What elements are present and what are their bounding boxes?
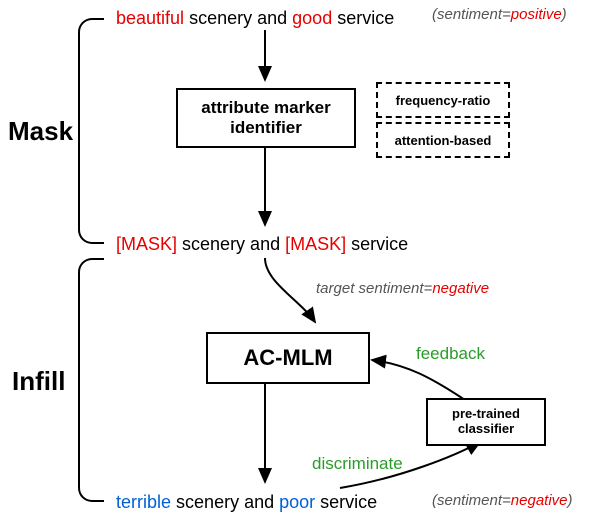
masked-sentence: [MASK] scenery and [MASK] service bbox=[116, 234, 408, 255]
output-sentiment-label: (sentiment=negative) bbox=[432, 492, 573, 509]
infill-brace bbox=[78, 258, 104, 502]
mask-token-0: [MASK] bbox=[116, 234, 177, 254]
mask-token-1: [MASK] bbox=[285, 234, 346, 254]
output-word-mid: scenery and bbox=[176, 492, 274, 512]
input-sentiment-value: positive bbox=[511, 6, 562, 23]
output-sentence: terrible scenery and poor service bbox=[116, 492, 377, 513]
input-sentence: beautiful scenery and good service bbox=[116, 8, 394, 29]
method-frequency-ratio-label: frequency-ratio bbox=[396, 93, 491, 108]
method-attention-based: attention-based bbox=[376, 122, 510, 158]
attribute-marker-identifier-box: attribute marker identifier bbox=[176, 88, 356, 148]
method-frequency-ratio: frequency-ratio bbox=[376, 82, 510, 118]
mask-brace bbox=[78, 18, 104, 244]
output-sentiment-suffix: ) bbox=[568, 492, 573, 509]
output-word-service: service bbox=[320, 492, 377, 512]
ac-mlm-label: AC-MLM bbox=[243, 345, 332, 371]
input-word-service: service bbox=[337, 8, 394, 28]
output-word-poor: poor bbox=[279, 492, 315, 512]
input-word-good: good bbox=[292, 8, 332, 28]
marker-box-line1: attribute marker bbox=[201, 98, 330, 118]
output-word-terrible: terrible bbox=[116, 492, 171, 512]
input-sentiment-label: (sentiment=positive) bbox=[432, 6, 567, 23]
classifier-line2: classifier bbox=[458, 422, 514, 437]
marker-box-line2: identifier bbox=[230, 118, 302, 138]
masked-word-service: service bbox=[351, 234, 408, 254]
ac-mlm-box: AC-MLM bbox=[206, 332, 370, 384]
target-sentiment-label: target sentiment=negative bbox=[316, 280, 489, 297]
input-sentiment-suffix: ) bbox=[562, 6, 567, 23]
stage-label-mask: Mask bbox=[8, 116, 73, 147]
pretrained-classifier-box: pre-trained classifier bbox=[426, 398, 546, 446]
target-sentiment-prefix: target sentiment= bbox=[316, 280, 432, 297]
output-sentiment-value: negative bbox=[511, 492, 568, 509]
classifier-line1: pre-trained bbox=[452, 407, 520, 422]
masked-word-mid: scenery and bbox=[182, 234, 280, 254]
input-word-beautiful: beautiful bbox=[116, 8, 184, 28]
output-sentiment-prefix: (sentiment= bbox=[432, 492, 511, 509]
method-attention-based-label: attention-based bbox=[395, 133, 492, 148]
stage-label-infill: Infill bbox=[12, 366, 65, 397]
edge-label-feedback: feedback bbox=[416, 344, 485, 364]
target-sentiment-value: negative bbox=[432, 280, 489, 297]
input-word-mid: scenery and bbox=[189, 8, 287, 28]
edge-label-discriminate: discriminate bbox=[312, 454, 403, 474]
input-sentiment-prefix: (sentiment= bbox=[432, 6, 511, 23]
